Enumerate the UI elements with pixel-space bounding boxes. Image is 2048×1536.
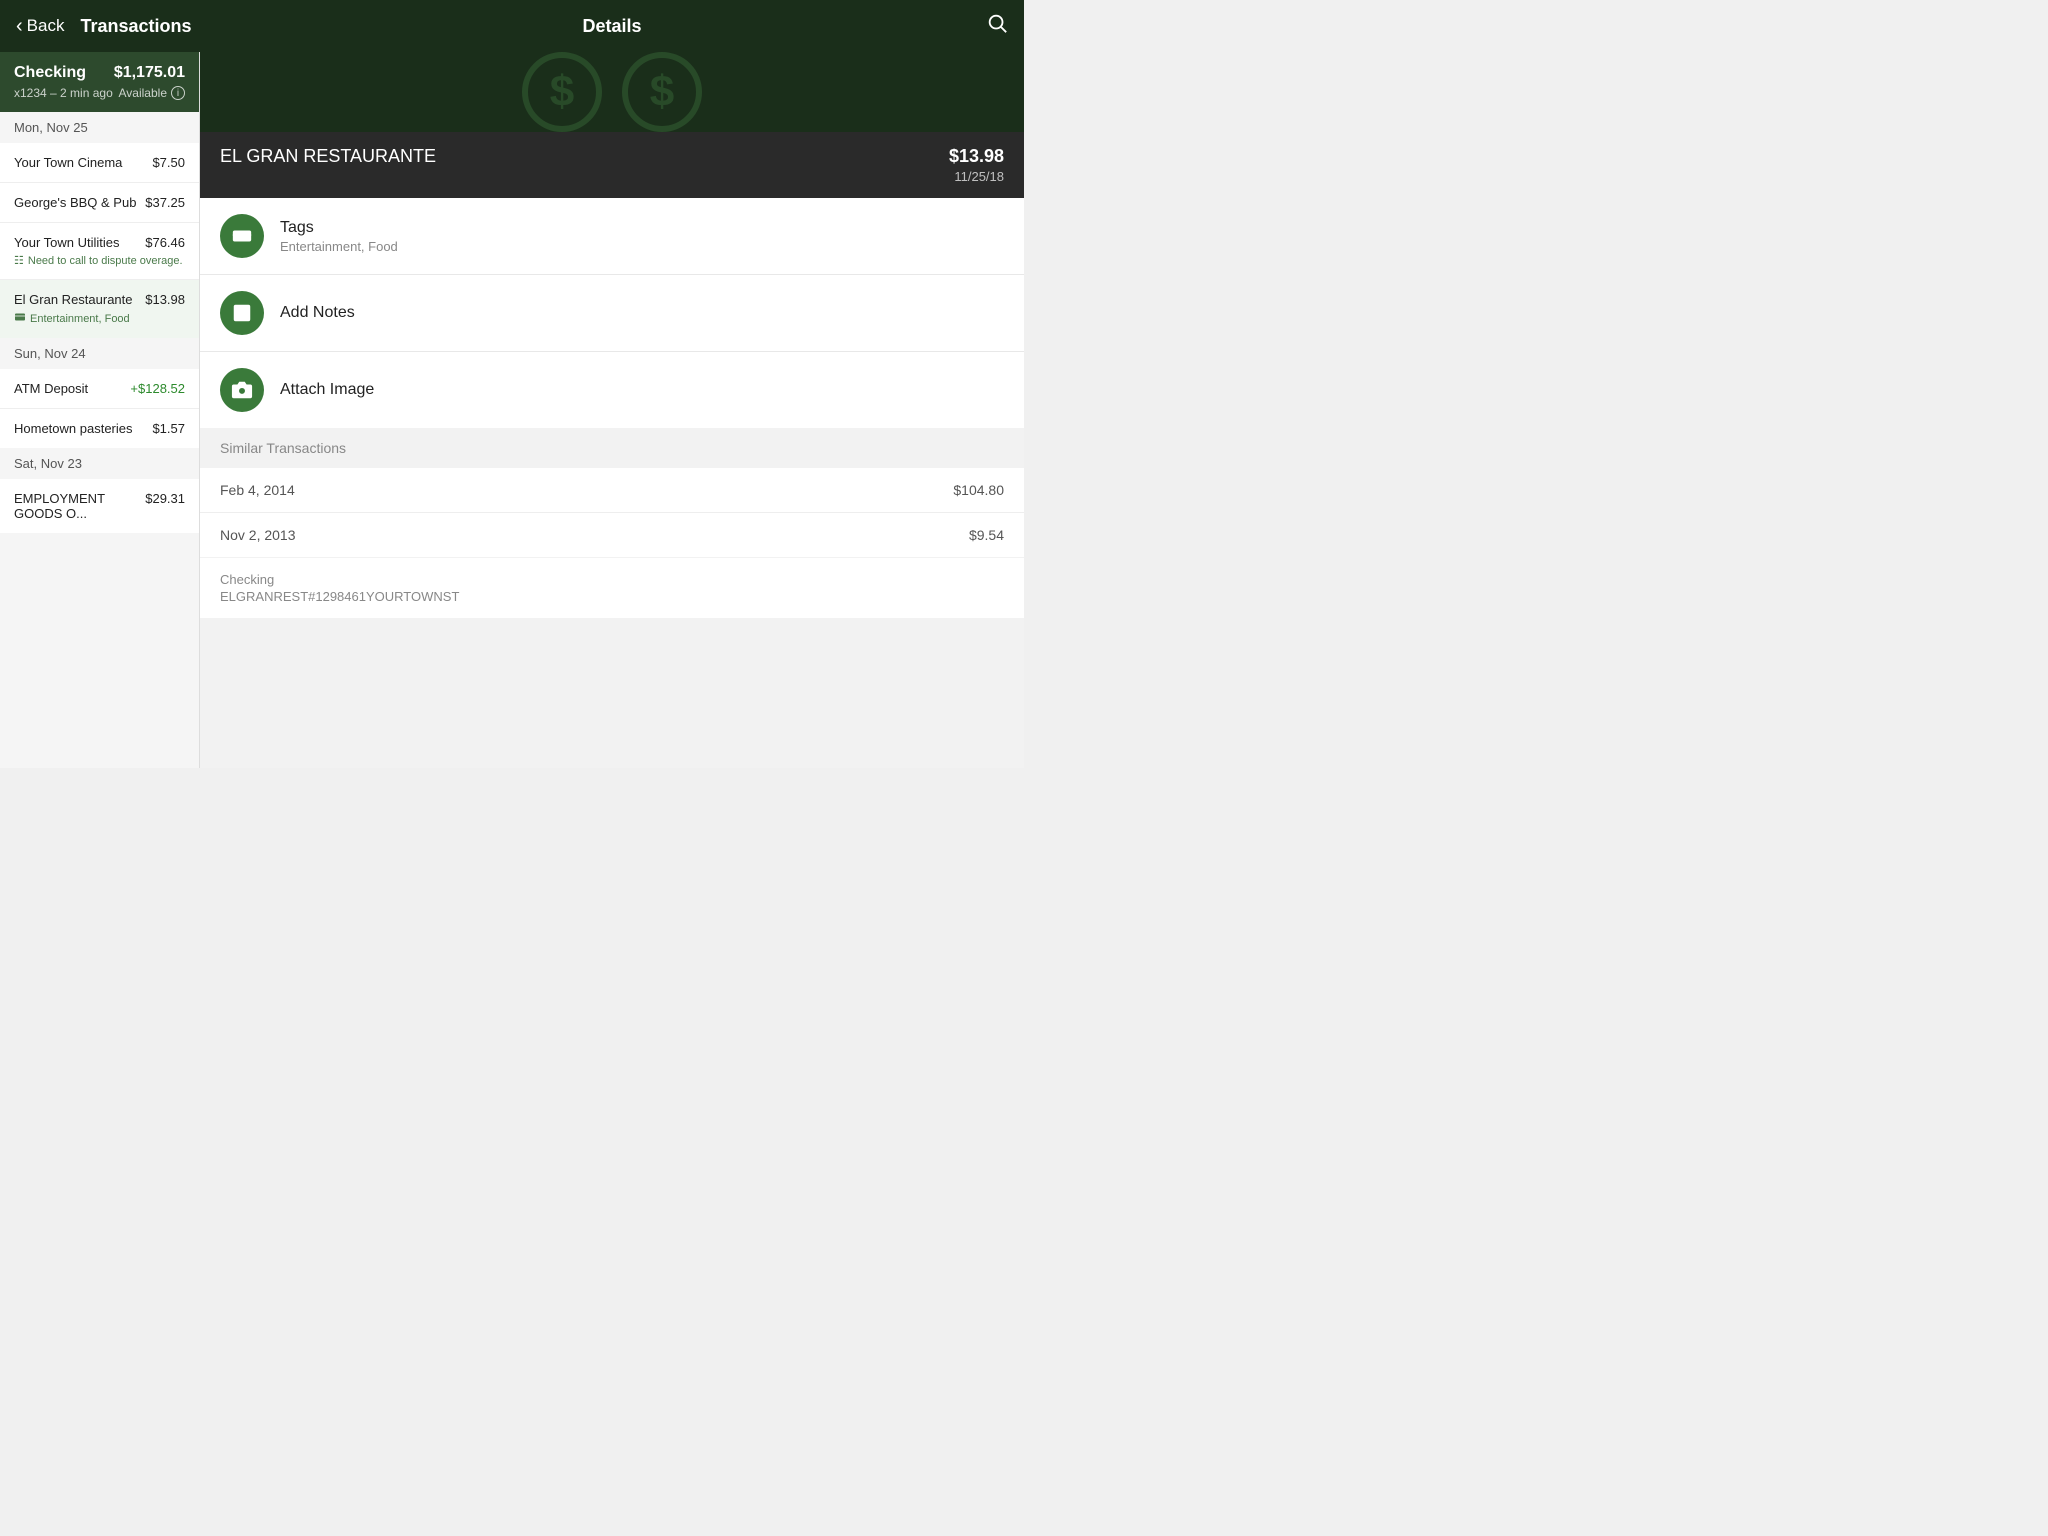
details-amount: $13.98 (949, 146, 1004, 167)
similar-transaction-0[interactable]: Feb 4, 2014 $104.80 (200, 468, 1024, 513)
date-header-sun-nov24: Sun, Nov 24 (0, 338, 199, 369)
transaction-amount: $1.57 (152, 421, 185, 436)
details-date: 11/25/18 (949, 169, 1004, 184)
account-reference-section: Checking ELGRANREST#1298461YOURTOWNST (200, 558, 1024, 618)
transaction-item-pasteries[interactable]: Hometown pasteries $1.57 (0, 409, 199, 448)
add-notes-label: Add Notes (280, 304, 355, 322)
date-header-mon-nov25: Mon, Nov 25 (0, 112, 199, 143)
back-label: Back (27, 16, 65, 36)
transaction-name: ATM Deposit (14, 381, 130, 396)
camera-icon (231, 379, 253, 401)
transaction-tag: Entertainment, Food (14, 311, 185, 326)
back-chevron-icon: ‹ (16, 15, 23, 38)
transaction-name: El Gran Restaurante (14, 292, 145, 307)
info-icon[interactable]: i (171, 86, 185, 100)
similar-amount-1: $9.54 (969, 527, 1004, 543)
transaction-note: ☷ Need to call to dispute overage. (14, 254, 185, 267)
note-text: Need to call to dispute overage. (28, 255, 183, 267)
transaction-item-bbq[interactable]: George's BBQ & Pub $37.25 (0, 183, 199, 223)
main-content: Checking $1,175.01 x1234 – 2 min ago Ava… (0, 52, 1024, 768)
tags-content: Tags Entertainment, Food (280, 219, 398, 254)
transaction-item-atm[interactable]: ATM Deposit +$128.52 (0, 369, 199, 409)
details-title-bar: EL GRAN RESTAURANTE $13.98 11/25/18 (200, 132, 1024, 198)
transaction-amount: $7.50 (152, 155, 185, 170)
transaction-name: Hometown pasteries (14, 421, 152, 436)
date-header-sat-nov23: Sat, Nov 23 (0, 448, 199, 479)
transaction-item-cinema[interactable]: Your Town Cinema $7.50 (0, 143, 199, 183)
account-meta: x1234 – 2 min ago (14, 86, 113, 100)
add-notes-row[interactable]: Add Notes (200, 275, 1024, 352)
notes-icon (231, 302, 253, 324)
attach-image-label: Attach Image (280, 381, 374, 399)
transactions-title: Transactions (80, 16, 191, 37)
tags-row[interactable]: Tags Entertainment, Food (200, 198, 1024, 275)
transaction-item-employment[interactable]: EMPLOYMENT GOODS O... $29.31 (0, 479, 199, 533)
search-button[interactable] (986, 12, 1008, 40)
details-merchant: EL GRAN RESTAURANTE (220, 146, 436, 167)
transaction-group-mon-nov25: Your Town Cinema $7.50 George's BBQ & Pu… (0, 143, 199, 338)
tags-icon (231, 225, 253, 247)
transaction-amount: $29.31 (145, 491, 185, 506)
back-button[interactable]: ‹ Back (16, 15, 64, 38)
similar-transactions-header: Similar Transactions (200, 428, 1024, 468)
tag-text: Entertainment, Food (30, 313, 130, 325)
transaction-name: EMPLOYMENT GOODS O... (14, 491, 145, 521)
account-name: Checking (14, 64, 86, 82)
tags-icon-circle (220, 214, 264, 258)
details-actions-section: Tags Entertainment, Food Add Notes (200, 198, 1024, 428)
transaction-name: Your Town Utilities (14, 235, 145, 250)
transaction-amount: $37.25 (145, 195, 185, 210)
dollar-background: $ $ (522, 52, 702, 132)
dollar-icon-right: $ (622, 52, 702, 132)
details-amount-section: $13.98 11/25/18 (949, 146, 1004, 184)
account-ref-value: ELGRANREST#1298461YOURTOWNST (220, 589, 1004, 604)
transaction-group-sun-nov24: ATM Deposit +$128.52 Hometown pasteries … (0, 369, 199, 448)
attach-image-row[interactable]: Attach Image (200, 352, 1024, 428)
similar-transactions-section: Feb 4, 2014 $104.80 Nov 2, 2013 $9.54 (200, 468, 1024, 557)
transaction-name: Your Town Cinema (14, 155, 152, 170)
account-balance: $1,175.01 (114, 64, 185, 82)
note-icon: ☷ (14, 254, 24, 267)
camera-icon-circle (220, 368, 264, 412)
details-panel: $ $ EL GRAN RESTAURANTE $13.98 11/25/18 (200, 52, 1024, 768)
details-nav-title: Details (582, 16, 641, 37)
notes-icon-circle (220, 291, 264, 335)
tags-label: Tags (280, 219, 398, 237)
account-ref-label: Checking (220, 572, 1004, 587)
transaction-name: George's BBQ & Pub (14, 195, 145, 210)
transaction-item-restaurant[interactable]: El Gran Restaurante $13.98 Entertainment… (0, 280, 199, 338)
transactions-panel: Checking $1,175.01 x1234 – 2 min ago Ava… (0, 52, 200, 768)
similar-transaction-1[interactable]: Nov 2, 2013 $9.54 (200, 513, 1024, 557)
tag-icon (14, 311, 26, 326)
details-hero: $ $ (200, 52, 1024, 132)
similar-date-1: Nov 2, 2013 (220, 527, 296, 543)
transaction-amount: +$128.52 (130, 381, 185, 396)
dollar-icon-left: $ (522, 52, 602, 132)
account-available: Available i (119, 86, 185, 100)
account-header[interactable]: Checking $1,175.01 x1234 – 2 min ago Ava… (0, 52, 199, 112)
transaction-item-utilities[interactable]: Your Town Utilities $76.46 ☷ Need to cal… (0, 223, 199, 280)
similar-date-0: Feb 4, 2014 (220, 482, 295, 498)
transaction-amount: $76.46 (145, 235, 185, 250)
transaction-group-sat-nov23: EMPLOYMENT GOODS O... $29.31 (0, 479, 199, 533)
top-navigation: ‹ Back Transactions Details (0, 0, 1024, 52)
similar-amount-0: $104.80 (953, 482, 1004, 498)
tags-value: Entertainment, Food (280, 239, 398, 254)
transaction-amount: $13.98 (145, 292, 185, 307)
